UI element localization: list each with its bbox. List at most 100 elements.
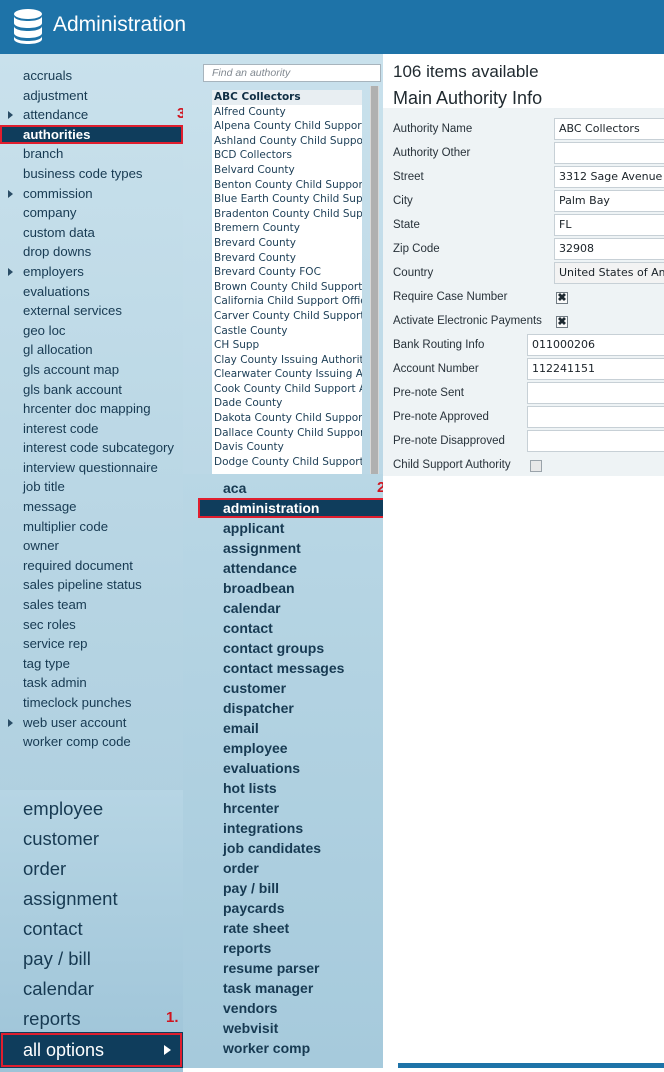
authority-name-input[interactable]: ABC Collectors: [554, 118, 664, 140]
flyout-item-customer[interactable]: customer: [198, 678, 398, 698]
flyout-item-order[interactable]: order: [198, 858, 398, 878]
authority-list-item[interactable]: CH Supp: [212, 338, 362, 353]
admin-item-gl-allocation[interactable]: gl allocation: [0, 340, 183, 360]
flyout-item-integrations[interactable]: integrations: [198, 818, 398, 838]
flyout-item-aca[interactable]: aca: [198, 478, 398, 498]
authority-list-item[interactable]: Carver County Child Support: [212, 309, 362, 324]
scrollbar-thumb[interactable]: [371, 86, 378, 474]
admin-item-task-admin[interactable]: task admin: [0, 673, 183, 693]
authority-list-item[interactable]: Clay County Issuing Authority: [212, 353, 362, 368]
authority-list-item[interactable]: Castle County: [212, 324, 362, 339]
flyout-item-rate-sheet[interactable]: rate sheet: [198, 918, 398, 938]
flyout-item-employee[interactable]: employee: [198, 738, 398, 758]
flyout-item-task-manager[interactable]: task manager: [198, 978, 398, 998]
admin-item-geo-loc[interactable]: geo loc: [0, 321, 183, 341]
flyout-item-administration[interactable]: administration: [198, 498, 398, 518]
admin-item-accruals[interactable]: accruals: [0, 66, 183, 86]
admin-item-sales-team[interactable]: sales team: [0, 595, 183, 615]
caret-right-icon[interactable]: [8, 111, 13, 120]
authority-list-item[interactable]: Davis County: [212, 440, 362, 455]
main-nav-pay-bill[interactable]: pay / bill: [0, 944, 183, 974]
flyout-item-contact-messages[interactable]: contact messages: [198, 658, 398, 678]
all-options-button[interactable]: all options: [0, 1032, 183, 1068]
flyout-item-paycards[interactable]: paycards: [198, 898, 398, 918]
admin-item-timeclock-punches[interactable]: timeclock punches: [0, 693, 183, 713]
authority-list-item[interactable]: ABC Collectors: [212, 90, 362, 105]
admin-item-attendance[interactable]: attendance: [0, 105, 183, 125]
flyout-item-dispatcher[interactable]: dispatcher: [198, 698, 398, 718]
authority-list-item[interactable]: Dallace County Child Support: [212, 426, 362, 441]
authority-list-item[interactable]: Clearwater County Issuing Auth: [212, 367, 362, 382]
admin-item-gls-account-map[interactable]: gls account map: [0, 360, 183, 380]
pre-note-disapproved-input[interactable]: [527, 430, 664, 452]
main-nav-customer[interactable]: customer: [0, 824, 183, 854]
authority-list-item[interactable]: Alpena County Child Support: [212, 119, 362, 134]
pre-note-approved-input[interactable]: [527, 406, 664, 428]
authority-list-item[interactable]: Dodge County Child Support: [212, 455, 362, 470]
flyout-item-webvisit[interactable]: webvisit: [198, 1018, 398, 1038]
list-scrollbar[interactable]: [370, 86, 379, 474]
authority-list-item[interactable]: Bradenton County Child Suppo: [212, 207, 362, 222]
flyout-item-contact[interactable]: contact: [198, 618, 398, 638]
authority-list-item[interactable]: Brevard County: [212, 236, 362, 251]
admin-item-interest-code-subcategory[interactable]: interest code subcategory: [0, 438, 183, 458]
authority-list-item[interactable]: Belvard County: [212, 163, 362, 178]
authority-list-item[interactable]: Dakota County Child Support A: [212, 411, 362, 426]
admin-item-owner[interactable]: owner: [0, 536, 183, 556]
flyout-item-assignment[interactable]: assignment: [198, 538, 398, 558]
admin-item-required-document[interactable]: required document: [0, 556, 183, 576]
country-input[interactable]: United States of America: [554, 262, 664, 284]
flyout-item-applicant[interactable]: applicant: [198, 518, 398, 538]
admin-item-gls-bank-account[interactable]: gls bank account: [0, 380, 183, 400]
authority-list-item[interactable]: Alfred County: [212, 105, 362, 120]
admin-item-interest-code[interactable]: interest code: [0, 419, 183, 439]
admin-item-adjustment[interactable]: adjustment: [0, 86, 183, 106]
authority-list-item[interactable]: Bremern County: [212, 221, 362, 236]
flyout-item-broadbean[interactable]: broadbean: [198, 578, 398, 598]
flyout-item-job-candidates[interactable]: job candidates: [198, 838, 398, 858]
main-nav-reports[interactable]: reports: [0, 1004, 183, 1034]
authority-list-item[interactable]: Dade County: [212, 396, 362, 411]
main-nav-calendar[interactable]: calendar: [0, 974, 183, 1004]
bank-routing-info-input[interactable]: 011000206: [527, 334, 664, 356]
admin-item-job-title[interactable]: job title: [0, 477, 183, 497]
child-support-authority-checkbox[interactable]: [530, 460, 542, 472]
main-nav-employee[interactable]: employee: [0, 794, 183, 824]
admin-item-drop-downs[interactable]: drop downs: [0, 242, 183, 262]
flyout-item-hot-lists[interactable]: hot lists: [198, 778, 398, 798]
authority-list-item[interactable]: Cook County Child Support Age: [212, 382, 362, 397]
authority-other-input[interactable]: [554, 142, 664, 164]
authority-list-item[interactable]: Blue Earth County Child Suppo: [212, 192, 362, 207]
admin-item-custom-data[interactable]: custom data: [0, 223, 183, 243]
admin-item-message[interactable]: message: [0, 497, 183, 517]
authority-list-item[interactable]: Brevard County: [212, 251, 362, 266]
flyout-item-contact-groups[interactable]: contact groups: [198, 638, 398, 658]
authority-list-item[interactable]: Brevard County FOC: [212, 265, 362, 280]
admin-item-evaluations[interactable]: evaluations: [0, 282, 183, 302]
admin-item-business-code-types[interactable]: business code types: [0, 164, 183, 184]
main-nav-contact[interactable]: contact: [0, 914, 183, 944]
admin-item-authorities[interactable]: authorities: [0, 124, 183, 145]
state-input[interactable]: FL: [554, 214, 664, 236]
caret-right-icon[interactable]: [8, 189, 13, 198]
flyout-item-hrcenter[interactable]: hrcenter: [198, 798, 398, 818]
flyout-item-evaluations[interactable]: evaluations: [198, 758, 398, 778]
authority-list-item[interactable]: Benton County Child Support: [212, 178, 362, 193]
admin-item-web-user-account[interactable]: web user account: [0, 713, 183, 733]
caret-right-icon[interactable]: [8, 267, 13, 276]
admin-item-service-rep[interactable]: service rep: [0, 634, 183, 654]
activate-electronic-payments-checkbox[interactable]: ✖: [556, 316, 568, 328]
admin-item-sec-roles[interactable]: sec roles: [0, 615, 183, 635]
flyout-item-worker-comp[interactable]: worker comp: [198, 1038, 398, 1058]
zip-code-input[interactable]: 32908: [554, 238, 664, 260]
pre-note-sent-input[interactable]: [527, 382, 664, 404]
admin-item-sales-pipeline-status[interactable]: sales pipeline status: [0, 575, 183, 595]
flyout-item-calendar[interactable]: calendar: [198, 598, 398, 618]
authority-list-item[interactable]: Ashland County Child Support: [212, 134, 362, 149]
flyout-item-resume-parser[interactable]: resume parser: [198, 958, 398, 978]
admin-item-external-services[interactable]: external services: [0, 301, 183, 321]
admin-item-tag-type[interactable]: tag type: [0, 654, 183, 674]
admin-item-company[interactable]: company: [0, 203, 183, 223]
admin-item-interview-questionnaire[interactable]: interview questionnaire: [0, 458, 183, 478]
admin-item-commission[interactable]: commission: [0, 184, 183, 204]
